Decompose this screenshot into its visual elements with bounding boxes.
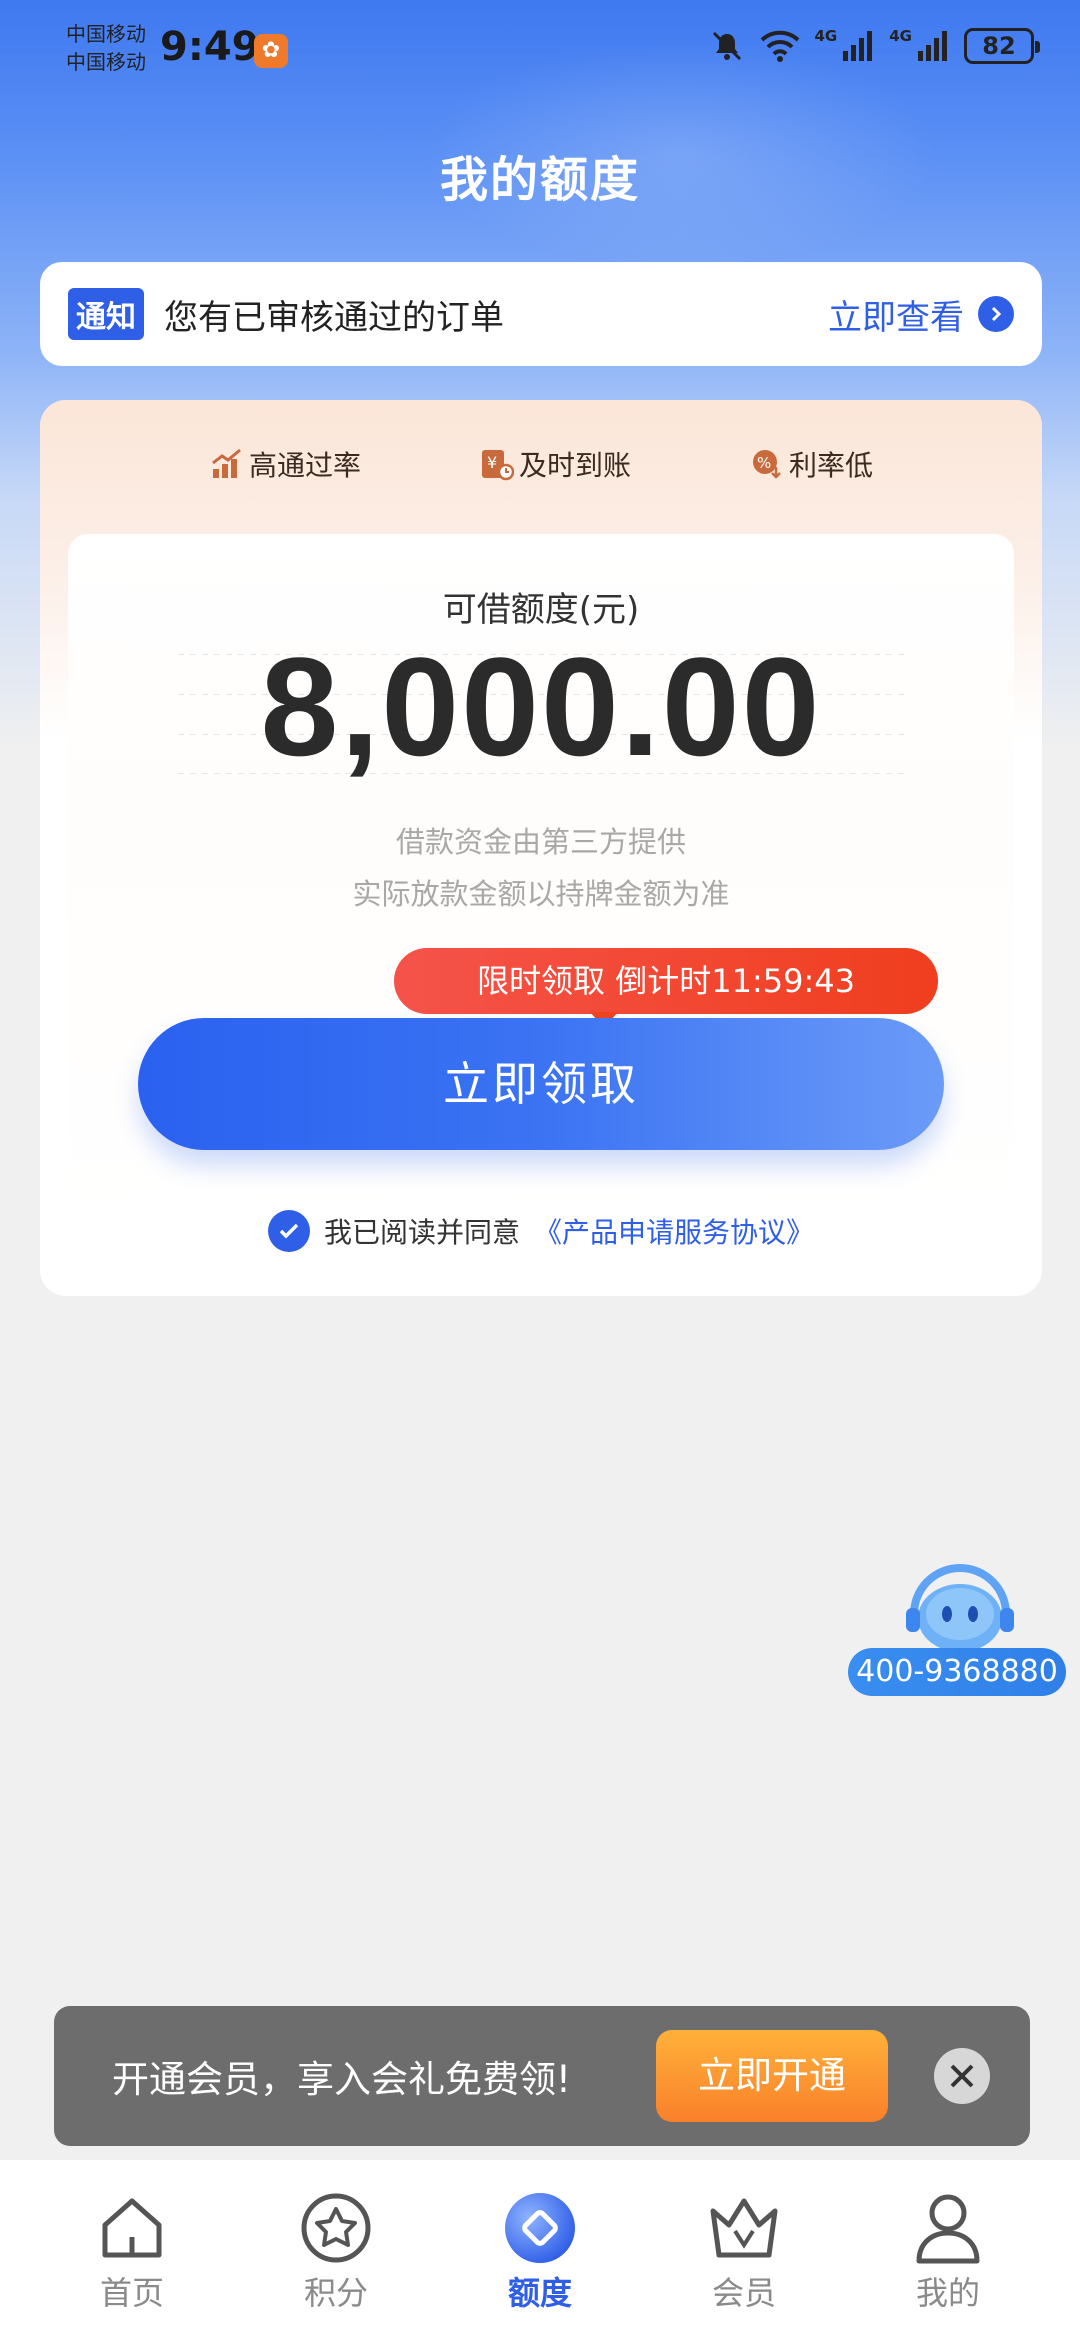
chart-up-icon (209, 446, 245, 482)
credit-card: 高通过率 ¥ 及时到账 % 利率低 可借额度(元) 8,000.00 借款资金由… (40, 400, 1042, 1296)
nav-label: 额度 (507, 2274, 572, 2312)
credit-amount: 8,000.00 (260, 628, 822, 785)
disclaimer-line-1: 借款资金由第三方提供 (395, 825, 686, 859)
view-now-link[interactable]: 立即查看 (828, 290, 964, 339)
feature-label: 及时到账 (518, 449, 631, 482)
carrier-1: 中国移动 (66, 22, 146, 46)
notice-tag: 通知 (68, 288, 144, 340)
member-banner: 开通会员，享入会礼免费领! 立即开通 (54, 2006, 1030, 2146)
status-icons: 4G 4G 82 (709, 27, 1040, 64)
nav-label: 会员 (711, 2274, 776, 2312)
quota-icon (502, 2190, 578, 2266)
feature-label: 高通过率 (248, 449, 361, 482)
svg-text:%: % (757, 454, 771, 472)
feature-label: 利率低 (788, 449, 873, 482)
robot-headset-icon[interactable] (900, 1556, 1020, 1656)
notice-text: 您有已审核通过的订单 (164, 297, 504, 338)
network-type-1: 4G (814, 27, 838, 45)
nav-label: 积分 (303, 2274, 368, 2312)
customer-service[interactable]: 400-9368880 (848, 1548, 1066, 1698)
member-text: 开通会员，享入会礼免费领! (112, 2058, 571, 2101)
agreement-row: 我已阅读并同意 《产品申请服务协议》 (40, 1210, 1042, 1252)
feature-item: 高通过率 (209, 444, 361, 484)
yuan-clock-icon: ¥ (479, 446, 515, 482)
carrier-2: 中国移动 (66, 50, 146, 74)
crown-icon (706, 2190, 782, 2266)
nav-member[interactable]: 会员 (664, 2190, 824, 2314)
home-icon (94, 2190, 170, 2266)
feature-item: ¥ 及时到账 (479, 444, 631, 484)
page-title: 我的额度 (439, 152, 640, 208)
claim-now-button[interactable]: 立即领取 (138, 1018, 944, 1150)
agree-checkbox[interactable] (267, 1210, 310, 1252)
nav-points[interactable]: 积分 (256, 2190, 416, 2314)
feature-list: 高通过率 ¥ 及时到账 % 利率低 (40, 444, 1042, 484)
profile-icon (910, 2190, 986, 2266)
service-phone[interactable]: 400-9368880 (848, 1648, 1066, 1696)
carrier-info: 中国移动 中国移动 (66, 20, 146, 76)
nav-label: 我的 (915, 2274, 980, 2312)
percent-down-icon: % (749, 446, 785, 482)
signal-icon-2 (918, 31, 947, 61)
wifi-icon (760, 30, 799, 62)
close-icon[interactable] (934, 2048, 990, 2104)
feature-item: % 利率低 (749, 444, 873, 484)
points-star-icon (298, 2190, 374, 2266)
battery-indicator: 82 (964, 28, 1040, 64)
nav-label: 首页 (99, 2274, 164, 2312)
bottom-nav: 首页 积分 额度 会员 我的 (0, 2160, 1080, 2340)
disclaimer-line-2: 实际放款金额以持牌金额为准 (352, 877, 730, 911)
credit-label: 可借额度(元) (442, 590, 640, 630)
countdown-badge: 限时领取 倒计时11:59:43 (394, 948, 938, 1028)
network-type-2: 4G (889, 27, 912, 45)
nav-home[interactable]: 首页 (52, 2190, 212, 2314)
disclaimer: 借款资金由第三方提供 实际放款金额以持牌金额为准 (68, 816, 1014, 920)
chevron-right-icon[interactable] (978, 296, 1014, 332)
agreement-link[interactable]: 《产品申请服务协议》 (534, 1211, 814, 1251)
status-bar: 中国移动 中国移动 9:49 ✿ 4G 4G 82 (0, 0, 1080, 100)
app-notification-icon: ✿ (254, 34, 288, 68)
agree-text: 我已阅读并同意 (323, 1216, 520, 1249)
svg-text:¥: ¥ (487, 453, 497, 472)
notice-bar[interactable]: 通知 您有已审核通过的订单 立即查看 (40, 262, 1042, 366)
signal-icon-1 (843, 31, 873, 61)
open-membership-button[interactable]: 立即开通 (656, 2030, 888, 2122)
nav-profile[interactable]: 我的 (868, 2190, 1028, 2314)
clock: 9:49 (160, 24, 260, 70)
nav-quota[interactable]: 额度 (460, 2190, 620, 2314)
mute-bell-icon (712, 31, 741, 61)
